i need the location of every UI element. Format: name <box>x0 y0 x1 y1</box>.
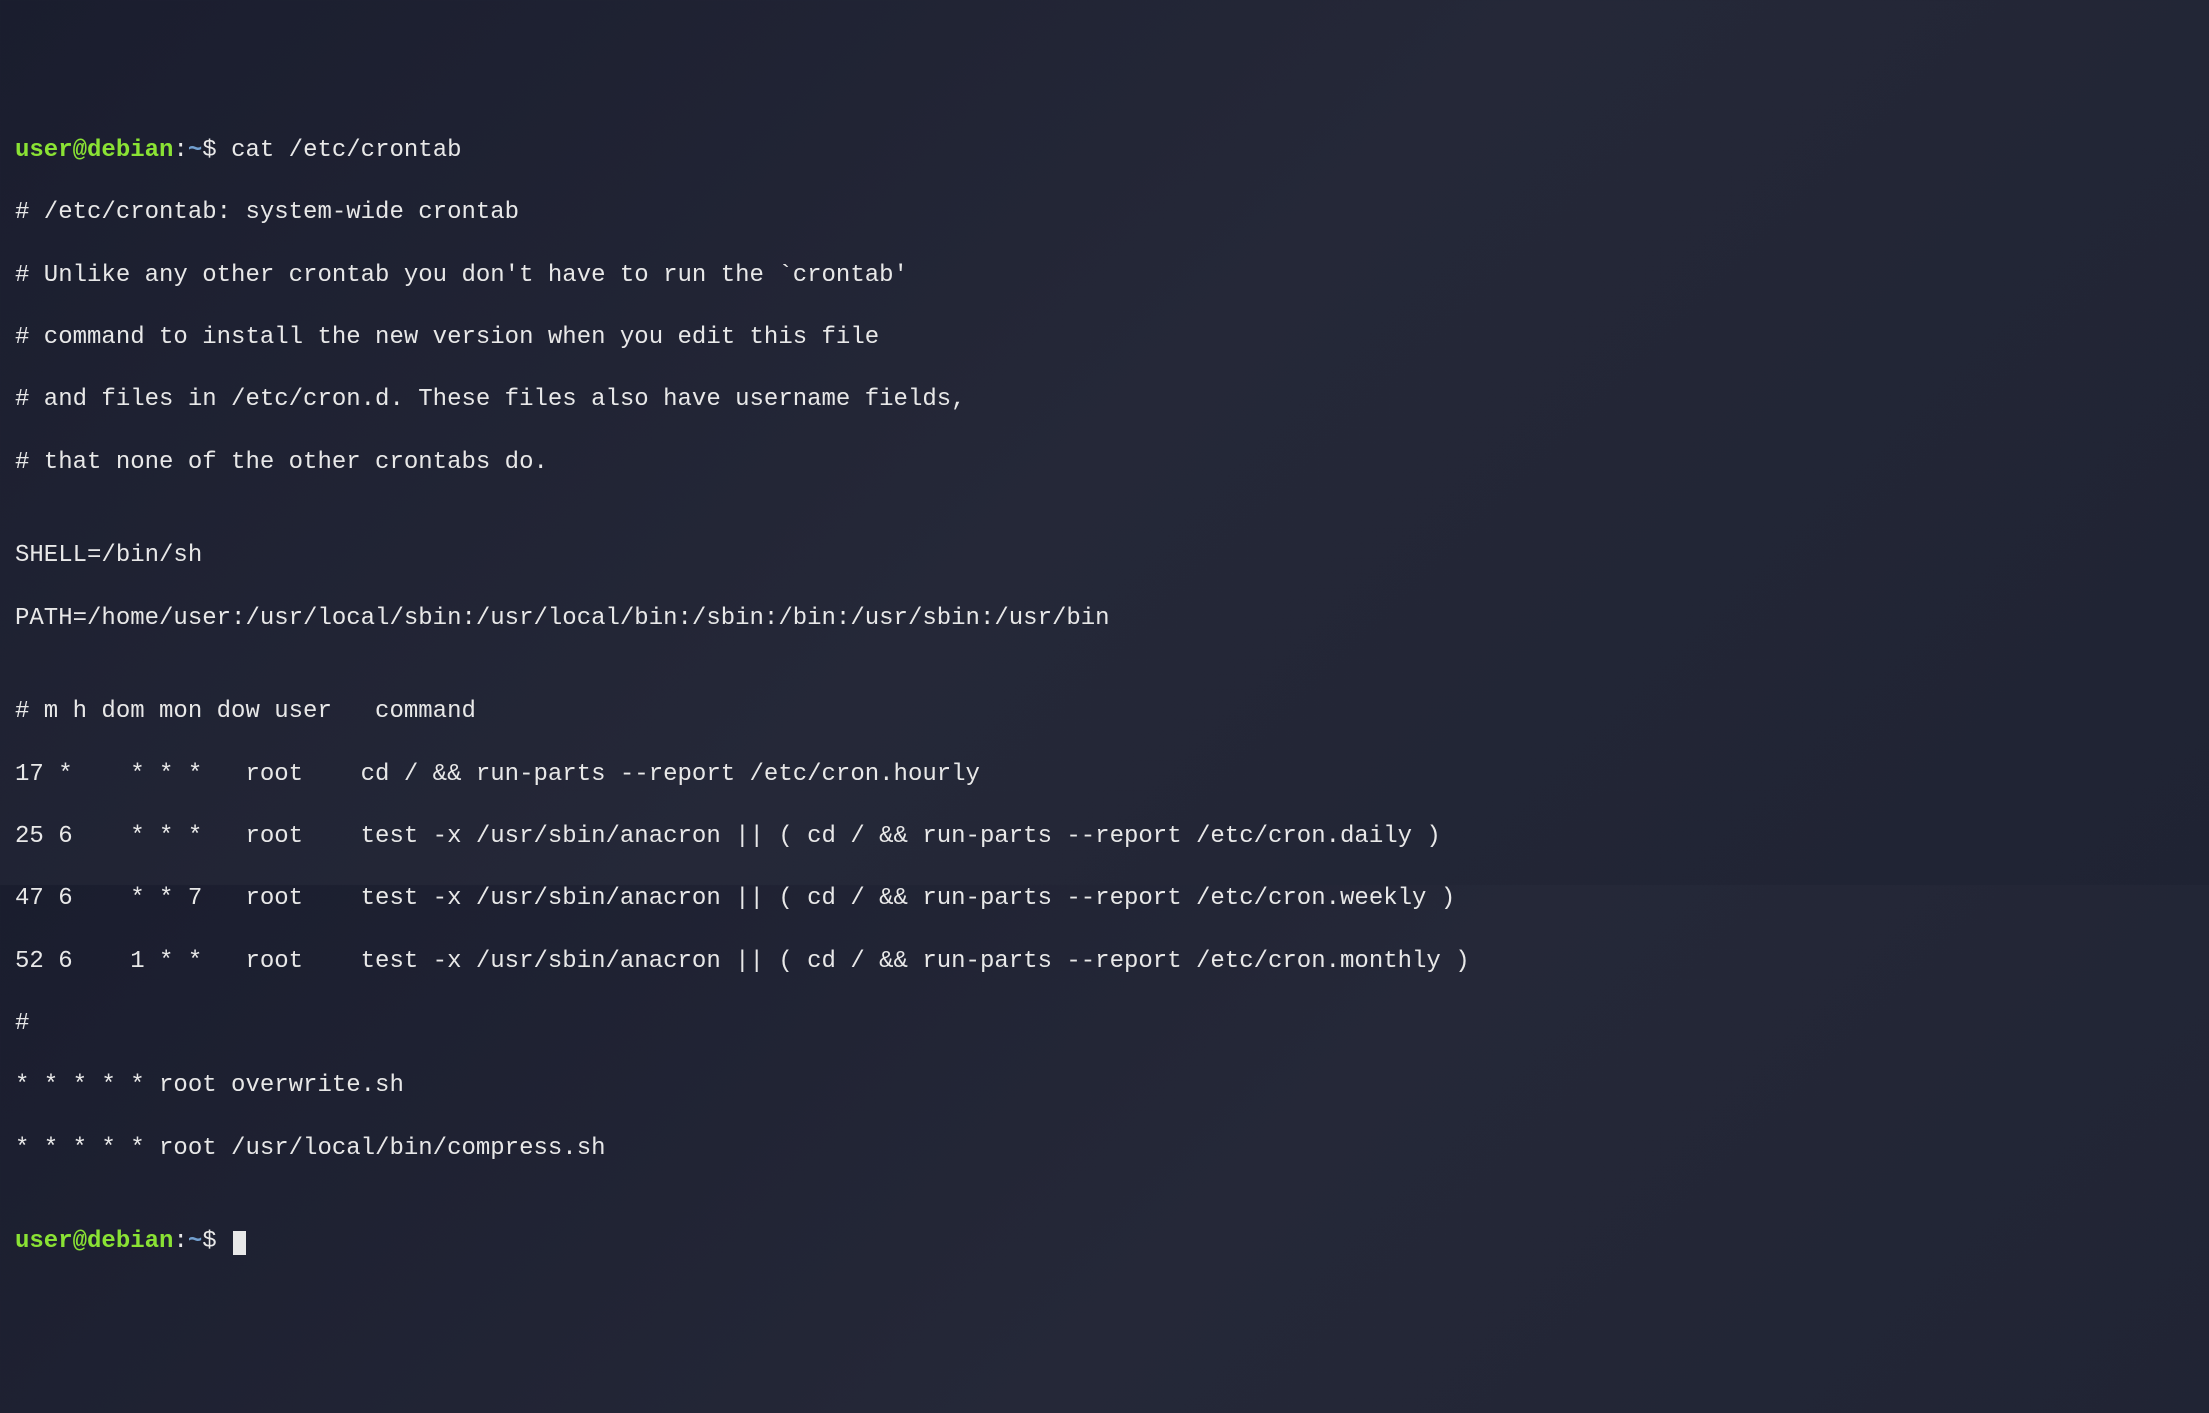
output-line: PATH=/home/user:/usr/local/sbin:/usr/loc… <box>15 603 2194 634</box>
prompt-at: @ <box>73 1228 87 1255</box>
output-line: # command to install the new version whe… <box>15 322 2194 353</box>
command-text: cat /etc/crontab <box>231 137 461 164</box>
output-line: 17 * * * * root cd / && run-parts --repo… <box>15 759 2194 790</box>
prompt-user: user <box>15 1228 73 1255</box>
prompt-line-2[interactable]: user@debian:~$ <box>15 1226 2194 1257</box>
output-line: * * * * * root overwrite.sh <box>15 1070 2194 1101</box>
output-line: # m h dom mon dow user command <box>15 696 2194 727</box>
output-line: SHELL=/bin/sh <box>15 540 2194 571</box>
prompt-user: user <box>15 137 73 164</box>
prompt-colon: : <box>173 137 187 164</box>
output-line: 52 6 1 * * root test -x /usr/sbin/anacro… <box>15 946 2194 977</box>
prompt-dollar: $ <box>202 1228 231 1255</box>
output-line: # /etc/crontab: system-wide crontab <box>15 197 2194 228</box>
prompt-line-1: user@debian:~$ cat /etc/crontab <box>15 135 2194 166</box>
output-line: 47 6 * * 7 root test -x /usr/sbin/anacro… <box>15 883 2194 914</box>
prompt-host: debian <box>87 137 173 164</box>
prompt-path: ~ <box>188 137 202 164</box>
cursor-icon <box>233 1231 246 1255</box>
terminal-window[interactable]: user@debian:~$ cat /etc/crontab # /etc/c… <box>15 135 2194 1258</box>
prompt-dollar: $ <box>202 137 231 164</box>
prompt-colon: : <box>173 1228 187 1255</box>
output-line: # <box>15 1008 2194 1039</box>
output-line: # and files in /etc/cron.d. These files … <box>15 384 2194 415</box>
output-line: * * * * * root /usr/local/bin/compress.s… <box>15 1133 2194 1164</box>
prompt-path: ~ <box>188 1228 202 1255</box>
output-line: # that none of the other crontabs do. <box>15 447 2194 478</box>
output-line: # Unlike any other crontab you don't hav… <box>15 260 2194 291</box>
output-line: 25 6 * * * root test -x /usr/sbin/anacro… <box>15 821 2194 852</box>
prompt-at: @ <box>73 137 87 164</box>
prompt-host: debian <box>87 1228 173 1255</box>
